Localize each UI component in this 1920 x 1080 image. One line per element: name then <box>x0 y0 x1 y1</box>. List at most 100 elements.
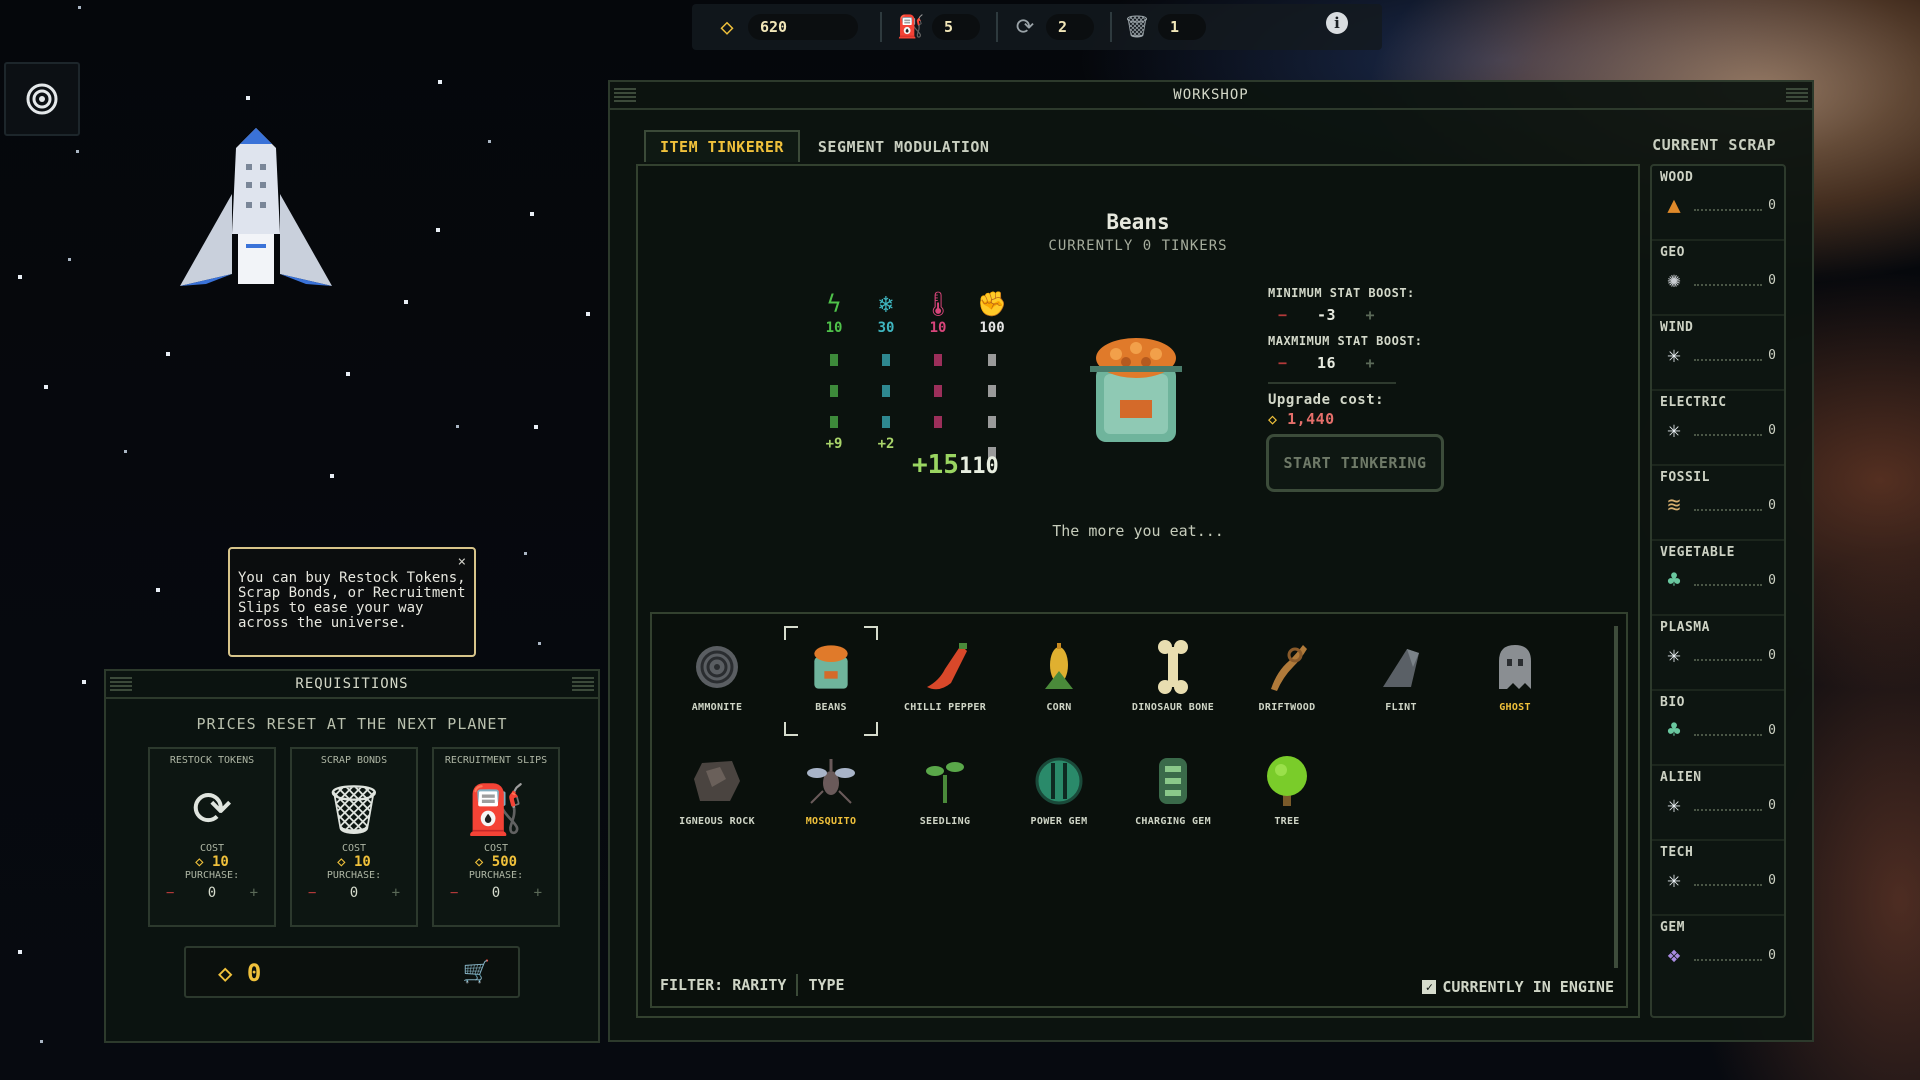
grip-handle[interactable] <box>110 677 132 691</box>
scrap-row-tech: TECH ✳ 0 <box>1652 841 1784 916</box>
scrap-name: ELECTRIC <box>1660 395 1727 410</box>
ammonite-icon <box>696 646 738 688</box>
item-label: DRIFTWOOD <box>1258 702 1316 713</box>
fist-icon: ✊ <box>977 290 1007 318</box>
card-title: SCRAP BONDS <box>320 755 388 766</box>
current-scrap-title: CURRENT SCRAP <box>1652 136 1776 154</box>
item-slot-dinosaur-bone[interactable]: DINOSAUR BONE <box>1116 632 1230 732</box>
boost-info: MINIMUM STAT BOOST: − -3 + MAXMIMUM STAT… <box>1268 286 1468 428</box>
grip-handle[interactable] <box>614 88 636 102</box>
start-tinkering-button[interactable]: START TINKERING <box>1266 434 1444 492</box>
item-name: Beans <box>1106 210 1170 234</box>
max-boost-value: 16 <box>1317 354 1337 372</box>
fossil-icon: ≋ <box>1667 492 1681 518</box>
panel-header: WORKSHOP <box>610 82 1812 110</box>
selection-corner <box>784 722 798 736</box>
min-boost-stepper: − -3 + <box>1278 306 1468 324</box>
trash-icon: 🗑 <box>1123 14 1151 40</box>
tab-item-tinkerer[interactable]: ITEM TINKERER <box>644 130 800 162</box>
reset-note: PRICES RESET AT THE NEXT PLANET <box>196 715 508 733</box>
restock-tokens-card[interactable]: RESTOCK TOKENS ⟳ COST ◇ 10 PURCHASE: − 0… <box>148 747 276 927</box>
stat-bar-segment <box>988 354 996 366</box>
scrap-row-electric: ELECTRIC ✳ 0 <box>1652 391 1784 466</box>
cart-bar[interactable]: ◇ 0 🛒 <box>184 946 520 998</box>
card-cost: ◇ 10 <box>195 854 229 870</box>
recruitment-slips-card[interactable]: RECRUITMENT SLIPS ⛽ COST ◇ 500 PURCHASE:… <box>432 747 560 927</box>
stat-bar-segment <box>934 385 942 397</box>
item-slot-charging-gem[interactable]: CHARGING GEM <box>1116 746 1230 846</box>
geo-icon: ✺ <box>1667 267 1681 293</box>
decrease-button[interactable]: − <box>450 885 458 901</box>
item-slot-ghost[interactable]: GHOST <box>1458 632 1572 732</box>
quantity-stepper: − 0 + <box>150 881 274 905</box>
scrap-name: FOSSIL <box>1660 470 1710 485</box>
scrap-bonds-card[interactable]: SCRAP BONDS 🗑 COST ◇ 10 PURCHASE: − 0 + <box>290 747 418 927</box>
item-slot-seedling[interactable]: SEEDLING <box>888 746 1002 846</box>
increase-button[interactable]: + <box>392 885 400 901</box>
item-label: FLINT <box>1385 702 1417 713</box>
quantity-value: 0 <box>207 885 217 901</box>
star <box>166 352 170 356</box>
item-slot-igneous-rock[interactable]: IGNEOUS ROCK <box>660 746 774 846</box>
inventory-scrollbar[interactable] <box>1614 626 1618 968</box>
item-label: GHOST <box>1499 702 1531 713</box>
info-button[interactable]: i <box>1326 12 1348 34</box>
card-title: RECRUITMENT SLIPS <box>444 755 548 766</box>
increase-button[interactable]: + <box>1366 354 1376 372</box>
item-slot-ammonite[interactable]: AMMONITE <box>660 632 774 732</box>
item-slot-beans[interactable]: BEANS <box>774 626 888 736</box>
star <box>438 80 442 84</box>
grip-handle[interactable] <box>1786 88 1808 102</box>
item-slot-tree[interactable]: TREE <box>1230 746 1344 846</box>
item-slot-chilli-pepper[interactable]: CHILLI PEPPER <box>888 632 1002 732</box>
increase-button[interactable]: + <box>250 885 258 901</box>
filter-type-button[interactable]: TYPE <box>808 976 844 994</box>
quantity-stepper: − 0 + <box>434 881 558 905</box>
close-icon[interactable]: × <box>458 555 466 570</box>
grip-handle[interactable] <box>572 677 594 691</box>
item-slot-flint[interactable]: FLINT <box>1344 632 1458 732</box>
strength-bonus: +15110 <box>912 450 999 480</box>
in-engine-toggle[interactable]: ✓ CURRENTLY IN ENGINE <box>1422 978 1614 996</box>
sparkle-icon: ✳ <box>1667 642 1681 668</box>
item-slot-mosquito[interactable]: MOSQUITO <box>774 746 888 846</box>
cart-icon[interactable]: 🛒 <box>463 960 490 985</box>
dot-leader <box>1694 799 1763 811</box>
max-boost-stepper: − 16 + <box>1278 354 1468 372</box>
seedling-icon <box>926 762 964 803</box>
requisitions-panel: REQUISITIONS PRICES RESET AT THE NEXT PL… <box>104 669 600 1043</box>
dot-leader <box>1694 499 1763 511</box>
tab-segment-modulation[interactable]: SEGMENT MODULATION <box>802 130 1006 162</box>
scrap-name: GEM <box>1660 920 1685 935</box>
star <box>538 642 541 645</box>
decrease-button[interactable]: − <box>1278 354 1288 372</box>
star <box>330 474 334 478</box>
item-slot-power-gem[interactable]: POWER GEM <box>1002 746 1116 846</box>
jelly-icon: ♣ <box>1667 567 1681 593</box>
increase-button[interactable]: + <box>1366 306 1376 324</box>
gold-counter: ◇ 620 <box>712 13 858 41</box>
filter-rarity-button[interactable]: FILTER: RARITY <box>660 976 786 994</box>
star <box>18 275 22 279</box>
stat-heat: 🌡 10 <box>918 290 958 428</box>
stat-bar-segment <box>830 416 838 428</box>
checkbox-checked-icon[interactable]: ✓ <box>1422 980 1437 994</box>
radar-button[interactable] <box>4 62 80 136</box>
dot-leader <box>1694 199 1763 211</box>
gold-diamond-icon: ◇ <box>720 14 734 40</box>
decrease-button[interactable]: − <box>166 885 174 901</box>
scrap-row-wood: WOOD ▲ 0 <box>1652 166 1784 241</box>
upgrade-cost: ◇ 1,440 <box>1268 410 1468 428</box>
decrease-button[interactable]: − <box>1278 306 1288 324</box>
stat-bar-segment <box>830 354 838 366</box>
star <box>82 680 86 684</box>
scrap-count: 0 <box>1768 197 1776 213</box>
item-label: CHARGING GEM <box>1135 816 1211 827</box>
jelly-icon: ♣ <box>1667 717 1681 743</box>
item-label: POWER GEM <box>1030 816 1088 827</box>
item-slot-driftwood[interactable]: DRIFTWOOD <box>1230 632 1344 732</box>
decrease-button[interactable]: − <box>308 885 316 901</box>
item-slot-corn[interactable]: CORN <box>1002 632 1116 732</box>
increase-button[interactable]: + <box>534 885 542 901</box>
divider <box>1268 382 1396 384</box>
